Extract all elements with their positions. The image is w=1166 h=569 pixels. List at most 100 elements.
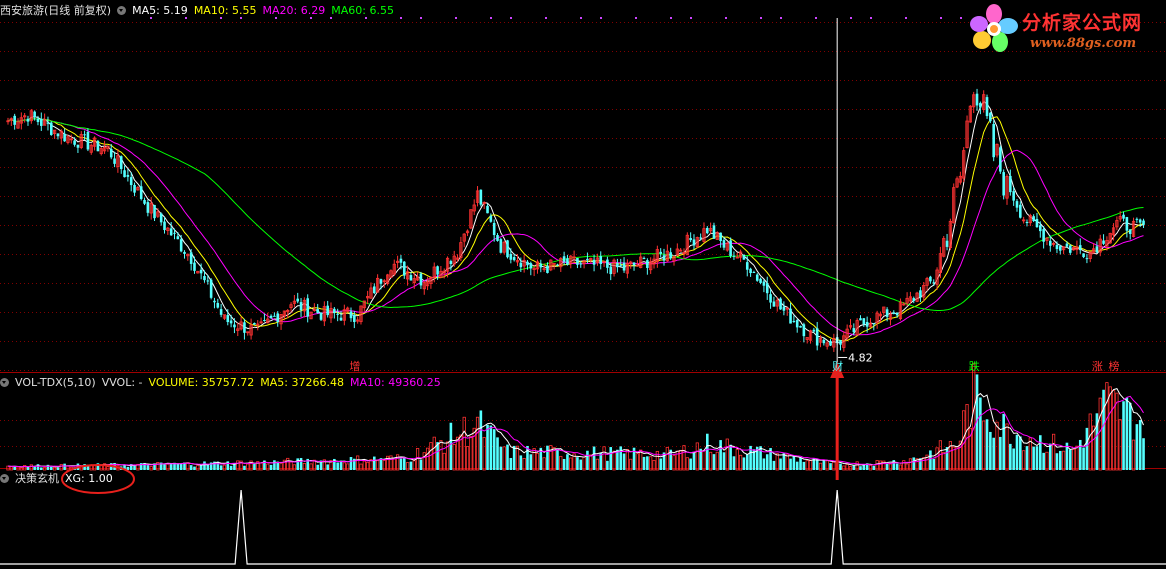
xg-signal-line [0, 489, 1166, 565]
candle-body-down [556, 264, 559, 266]
volume-bar [203, 461, 206, 470]
candle-body-down [745, 262, 749, 270]
candle-body-down [789, 308, 792, 324]
volume-bar [486, 424, 489, 470]
low-price-label: 4.82 [848, 351, 873, 364]
volume-bar [266, 463, 270, 471]
candle-body-down [885, 309, 889, 317]
candle-body-down [512, 257, 516, 261]
volume-bar [442, 452, 446, 471]
volume-bar [745, 454, 749, 470]
candle-body-down [662, 255, 666, 261]
candle-body-down [859, 318, 862, 321]
volume-bar [692, 451, 696, 470]
candle-body-down [206, 280, 210, 282]
candle-body-down [752, 271, 756, 273]
volume-bar [639, 449, 643, 471]
volume-bar [229, 465, 233, 470]
vol-indicator-name[interactable]: VOL-TDX(5,10) [15, 376, 96, 389]
candle-body-down [113, 158, 116, 164]
volume-bar [419, 459, 423, 470]
volume-bar [273, 460, 276, 470]
candle-body-down [1032, 216, 1035, 222]
candle-body-down [189, 252, 193, 264]
volume-bar [346, 463, 350, 471]
volume-bar [506, 444, 509, 470]
volume-bar [779, 458, 782, 470]
candle-body-down [1035, 218, 1039, 228]
volume-bar [792, 455, 796, 470]
candle-body-down [1102, 240, 1105, 244]
volume-bar [839, 463, 842, 470]
volume-bar [719, 440, 722, 470]
candle-body-down [719, 232, 722, 241]
panel-menu-icon[interactable] [117, 6, 127, 15]
candle-body-down [795, 320, 799, 328]
volume-bar [859, 466, 862, 470]
volume-bar [586, 450, 589, 470]
panel-menu-icon[interactable] [0, 474, 9, 483]
volume-bar [945, 447, 949, 470]
volume-bar [1102, 389, 1105, 470]
volume-bar [465, 446, 470, 471]
panel-menu-icon[interactable] [0, 378, 9, 387]
volume-bar [602, 446, 606, 471]
volume-bar [682, 445, 686, 471]
volume-bar [635, 453, 639, 471]
candle-body-down [732, 255, 736, 257]
kline-chart-svg[interactable]: 4.82 增 财 跌 涨榜 [0, 0, 1166, 566]
volume-bar [1072, 448, 1076, 471]
volume-bar [1002, 413, 1005, 470]
candle-body-down [209, 279, 213, 298]
volume-bar [995, 421, 999, 471]
candle-body-down [133, 184, 136, 193]
volume-bar [775, 453, 779, 471]
candle-body-down [929, 276, 932, 282]
candle-body-down [319, 312, 323, 320]
volume-bar [126, 466, 130, 470]
grid-lines [0, 22, 1166, 469]
volume-bar [689, 458, 692, 470]
volume-bar [885, 463, 889, 470]
volume-bar [1045, 451, 1049, 471]
candle-body-down [599, 256, 603, 264]
logo-brand-text: 分析家公式网 [1022, 12, 1143, 34]
candle-body-down [646, 260, 649, 268]
candle-body-down [576, 257, 579, 265]
volume-bar [795, 461, 799, 470]
volume-bar [706, 433, 709, 470]
candle-body-down [812, 329, 816, 332]
volume-bar [989, 431, 992, 470]
flower-logo-icon [970, 4, 1018, 52]
volume-bar [1115, 392, 1119, 471]
volume-bar [1009, 443, 1012, 470]
volume-bar [222, 464, 227, 471]
volume-bar [845, 464, 849, 471]
signal-indicator-name[interactable]: 决策玄机 [15, 472, 59, 485]
volume-bar [1015, 434, 1019, 470]
stock-chart-stage[interactable]: 4.82 增 财 跌 涨榜 西安旅游(日线 前复权) MA5: 5.19 MA10: 5.… [0, 0, 1166, 566]
volume-bar [189, 465, 193, 470]
candle-body-down [699, 237, 702, 239]
candle-body-down [119, 156, 123, 169]
candle-body-down [755, 274, 759, 281]
volume-bar [359, 463, 363, 471]
candle-body-down [126, 174, 130, 177]
candle-body-down [486, 205, 489, 214]
volume-bar [455, 436, 460, 471]
volume-bar [932, 458, 936, 470]
candle-body-down [316, 309, 319, 314]
volume-bar [872, 465, 876, 470]
volume-bar [469, 436, 473, 471]
info-dot [725, 17, 727, 19]
candle-body-down [865, 321, 869, 327]
candle-body-down [263, 320, 266, 322]
candle-body-down [985, 97, 989, 117]
volume-bar [1082, 447, 1085, 470]
candle-body-down [139, 186, 143, 199]
candle-body-down [1078, 245, 1082, 251]
candle-body-down [659, 251, 662, 254]
candle-body-down [253, 323, 256, 325]
event-marker: 财 [832, 359, 843, 373]
info-dot [850, 17, 852, 19]
